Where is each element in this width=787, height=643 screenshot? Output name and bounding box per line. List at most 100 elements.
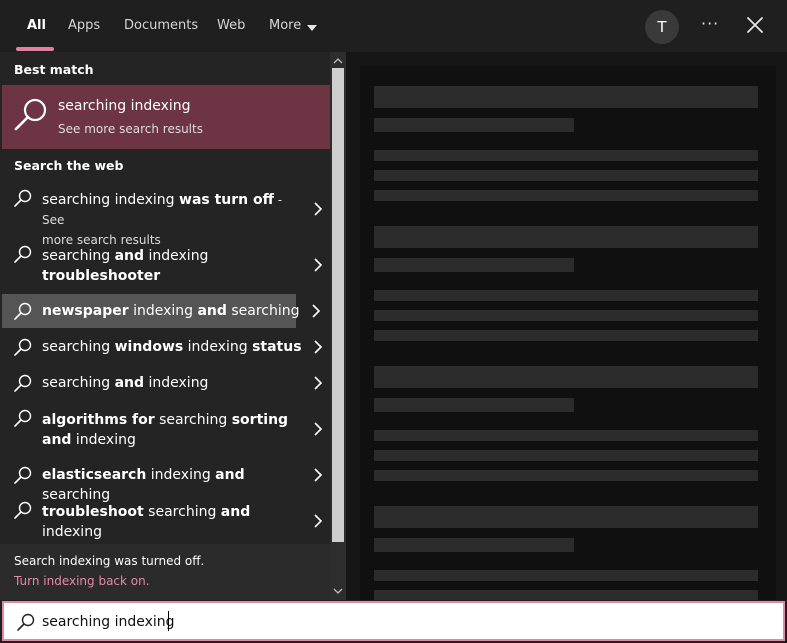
search-icon: [14, 302, 32, 320]
skeleton-title: [374, 86, 758, 108]
skeleton-title: [374, 506, 758, 528]
best-match-result[interactable]: searching indexing See more search resul…: [2, 85, 330, 149]
skeleton-line: [374, 570, 758, 581]
chevron-right-icon[interactable]: [312, 376, 324, 390]
chevron-right-icon[interactable]: [312, 468, 324, 482]
search-input[interactable]: [42, 610, 642, 634]
turn-indexing-on-link[interactable]: Turn indexing back on.: [14, 574, 150, 588]
skeleton-line: [374, 450, 758, 461]
result-text-bold: algorithms for: [42, 412, 155, 428]
skeleton-line: [374, 258, 574, 272]
result-text-bold: troubleshooter: [42, 268, 161, 284]
result-text: searching indexing: [42, 192, 180, 208]
tab-web[interactable]: Web: [217, 18, 245, 33]
web-result-item[interactable]: algorithms for searching sorting and inde…: [2, 402, 330, 456]
preview-pane: [346, 52, 787, 600]
preview-loading-skeleton: [360, 66, 776, 600]
skeleton-line: [374, 310, 758, 321]
result-text-bold: and: [114, 248, 145, 264]
skeleton-line: [374, 290, 758, 301]
web-result-item[interactable]: searching and indexing: [2, 366, 330, 400]
best-match-subtitle[interactable]: See more search results: [58, 122, 203, 136]
chevron-right-icon[interactable]: [312, 340, 324, 354]
search-icon: [14, 98, 47, 131]
result-text: indexing: [71, 432, 136, 448]
chevron-right-icon[interactable]: [310, 304, 322, 318]
web-result-item[interactable]: searching indexing was turn off - See mor…: [2, 180, 330, 247]
tab-all[interactable]: All: [27, 18, 46, 33]
result-text: searching: [42, 248, 115, 264]
result-text: indexing: [128, 303, 198, 319]
result-text: indexing: [42, 524, 102, 540]
tab-more[interactable]: More: [269, 18, 301, 33]
skeleton-line: [374, 470, 758, 481]
chevron-down-icon[interactable]: [333, 586, 343, 596]
result-text-bold: and: [197, 303, 227, 319]
web-section-heading: Search the web: [14, 158, 124, 173]
result-text-bold: troubleshoot: [42, 504, 144, 520]
search-filter-bar: All Apps Documents Web More T ···: [0, 0, 787, 52]
skeleton-title: [374, 226, 758, 248]
result-text-bold: status: [252, 339, 302, 355]
web-result-item[interactable]: troubleshoot searching and indexing: [2, 494, 330, 544]
results-panel: Best match searching indexing See more s…: [0, 52, 330, 600]
result-text-bold: elasticsearch: [42, 467, 147, 483]
result-text: searching: [154, 412, 232, 428]
result-text: searching: [42, 375, 115, 391]
close-icon[interactable]: [744, 14, 766, 36]
result-text: searching: [226, 303, 300, 319]
search-icon: [14, 501, 32, 519]
result-text-bold: newspaper: [42, 303, 129, 319]
search-icon: [14, 338, 32, 356]
chevron-right-icon[interactable]: [312, 422, 324, 436]
result-text-bold: windows: [114, 339, 184, 355]
skeleton-line: [374, 398, 574, 412]
tab-apps[interactable]: Apps: [68, 18, 100, 33]
chevron-up-icon[interactable]: [333, 56, 343, 66]
result-text: searching: [42, 339, 115, 355]
web-result-item[interactable]: elasticsearch indexing and searching: [2, 458, 330, 503]
results-scrollbar[interactable]: [330, 52, 346, 600]
result-text-bold: and: [114, 375, 145, 391]
skeleton-line: [374, 590, 758, 600]
search-icon: [14, 466, 32, 484]
web-result-item[interactable]: searching and indexing troubleshooter: [2, 238, 330, 292]
skeleton-line: [374, 118, 574, 132]
result-text: searching: [143, 504, 221, 520]
indexing-status-message: Search indexing was turned off.: [14, 554, 205, 568]
best-match-title: searching indexing: [58, 98, 191, 114]
chevron-right-icon[interactable]: [312, 514, 324, 528]
skeleton-line: [374, 150, 758, 161]
scrollbar-thumb[interactable]: [332, 68, 344, 542]
web-result-item[interactable]: searching windows indexing status: [2, 330, 330, 364]
chevron-down-icon[interactable]: [307, 25, 317, 31]
result-text: indexing: [144, 375, 209, 391]
result-text: indexing: [146, 467, 216, 483]
skeleton-line: [374, 330, 758, 341]
result-text-bold: sorting: [231, 412, 289, 428]
skeleton-title: [374, 366, 758, 388]
search-icon: [17, 613, 35, 631]
skeleton-line: [374, 538, 574, 552]
chevron-right-icon[interactable]: [312, 202, 324, 216]
chevron-right-icon[interactable]: [312, 258, 324, 272]
account-avatar[interactable]: T: [645, 10, 679, 44]
search-icon: [14, 409, 32, 427]
more-options-icon[interactable]: ···: [701, 14, 719, 33]
text-caret: [168, 611, 169, 631]
result-text-bold: and: [220, 504, 251, 520]
skeleton-line: [374, 170, 758, 181]
search-icon: [14, 374, 32, 392]
result-text: indexing: [183, 339, 253, 355]
search-box[interactable]: [2, 601, 785, 641]
indexing-status-bar: Search indexing was turned off. Turn ind…: [0, 544, 330, 600]
search-icon: [14, 245, 32, 263]
best-match-heading: Best match: [14, 62, 94, 77]
result-text-bold: and: [215, 467, 245, 483]
search-icon: [14, 189, 32, 207]
tab-documents[interactable]: Documents: [124, 18, 198, 33]
result-text: indexing: [144, 248, 209, 264]
web-result-item[interactable]: newspaper indexing and searching: [2, 294, 300, 328]
skeleton-line: [374, 190, 758, 201]
result-text-bold: was turn off: [179, 192, 274, 208]
